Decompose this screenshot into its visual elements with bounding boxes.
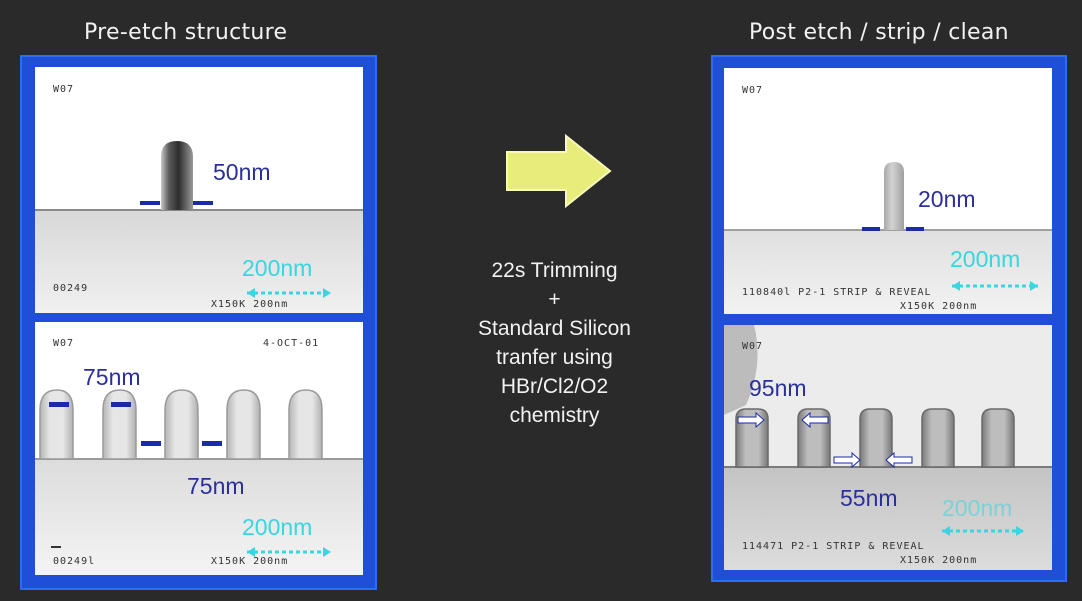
- process-line: Standard Silicon: [478, 317, 631, 340]
- sem-image-number: 00249l: [53, 556, 96, 567]
- right-arrow-icon: [506, 133, 612, 209]
- sem-date: 4-OCT-01: [263, 338, 320, 349]
- line-width-label: 75nm: [83, 364, 141, 390]
- scale-bar-label: 200nm: [950, 246, 1021, 272]
- sem-sample-tag: W07: [53, 338, 75, 349]
- sem-magnification: X150K 200nm: [211, 556, 289, 567]
- pre-etch-dense-lines-sem: W07 4-OCT-01 00249l X150K 200nm 75nm 75n…: [35, 322, 363, 575]
- process-line: chemistry: [509, 404, 600, 427]
- space-width-label: 55nm: [840, 485, 898, 511]
- scale-bar-label: 200nm: [242, 255, 313, 281]
- sem-image-dense-lines: [35, 389, 363, 575]
- sem-magnification: X150K 200nm: [900, 555, 978, 566]
- sem-image-number: 00249: [53, 283, 89, 294]
- sem-image-caption: 114471 P2-1 STRIP & REVEAL: [742, 541, 925, 552]
- scale-bar-label: 200nm: [242, 514, 313, 540]
- line-width-label: 50nm: [213, 159, 271, 185]
- sem-sample-tag: W07: [53, 84, 75, 95]
- pre-etch-single-line-sem: W07 00249 X150K 200nm 50nm 200nm: [35, 67, 363, 313]
- process-line: 22s Trimming: [491, 259, 618, 282]
- process-line: +: [548, 288, 561, 311]
- process-line: HBr/Cl2/O2: [500, 375, 609, 398]
- sem-magnification: X150K 200nm: [211, 299, 289, 310]
- sem-image-dense-lines: [724, 325, 1052, 570]
- process-description: 22s Trimming + Standard Silicon tranfer …: [452, 256, 657, 430]
- line-width-label: 20nm: [918, 186, 976, 212]
- sem-sample-tag: W07: [742, 341, 764, 352]
- sem-image-single-line: [724, 162, 1052, 314]
- sem-magnification: X150K 200nm: [900, 301, 978, 312]
- sem-image-caption: 110840l P2-1 STRIP & REVEAL: [742, 287, 932, 298]
- post-etch-single-line-sem: W07 110840l P2-1 STRIP & REVEAL X150K 20…: [724, 68, 1052, 314]
- post-etch-dense-lines-sem: W07 114471 P2-1 STRIP & REVEAL X150K 200…: [724, 325, 1052, 570]
- space-width-label: 75nm: [187, 473, 245, 499]
- sem-sample-tag: W07: [742, 85, 764, 96]
- process-line: tranfer using: [496, 346, 613, 369]
- sem-image-single-line: [35, 141, 363, 313]
- pre-etch-heading: Pre-etch structure: [84, 20, 288, 45]
- line-width-label: 95nm: [749, 375, 807, 401]
- post-etch-heading: Post etch / strip / clean: [749, 20, 1009, 45]
- scale-bar-label: 200nm: [942, 495, 1013, 521]
